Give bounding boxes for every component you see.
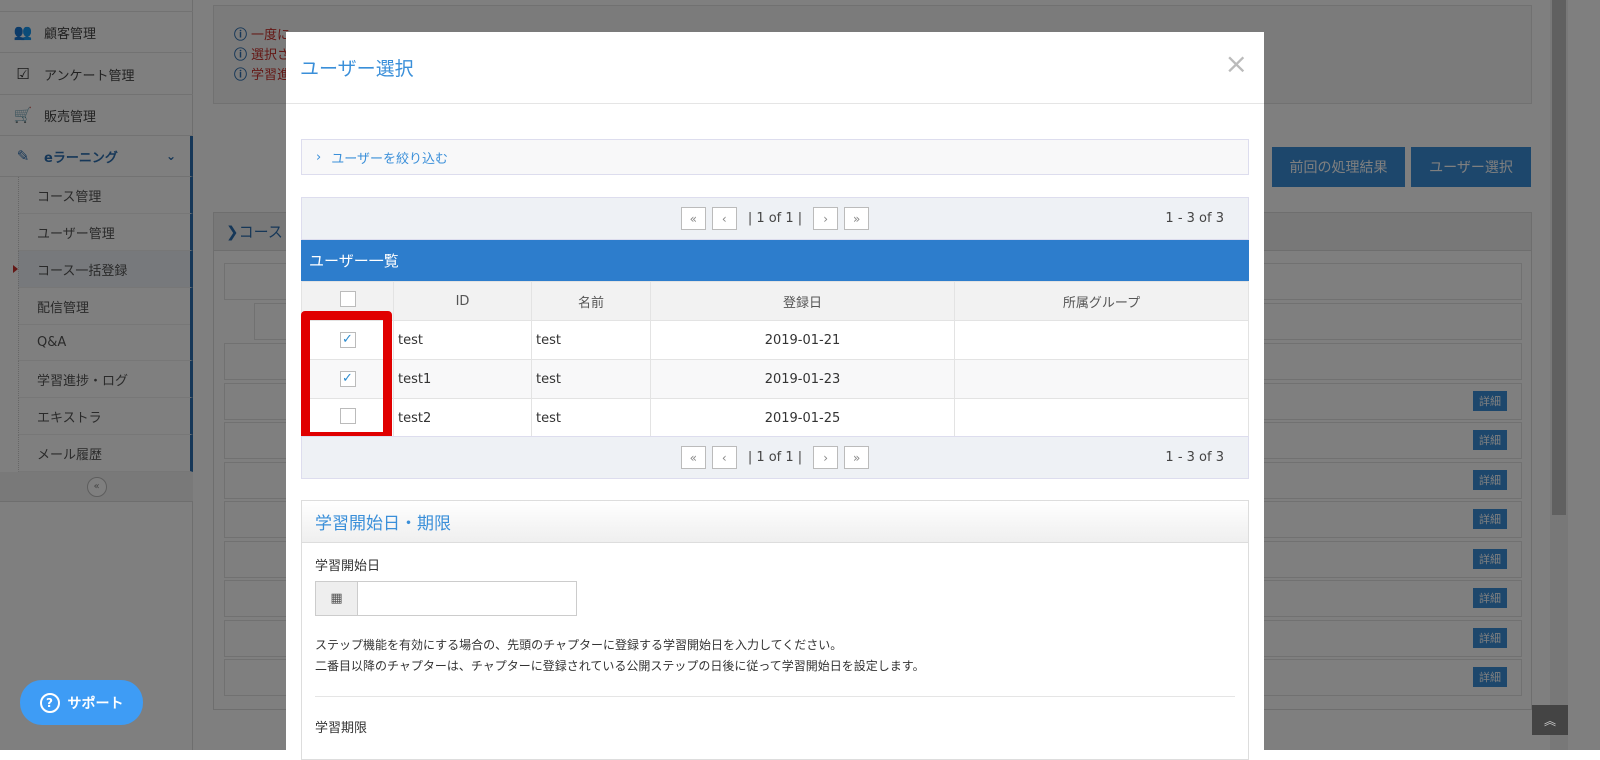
close-icon[interactable]: × (1225, 50, 1248, 78)
pager-top: « ‹ | 1 of 1 | › » 1 - 3 of 3 (301, 197, 1249, 240)
help-line: 二番目以降のチャプターは、チャプターに登録されている公開ステップの日後に従って学… (315, 659, 925, 673)
page-indicator: | 1 of 1 | (747, 450, 803, 465)
record-count: 1 - 3 of 3 (1165, 211, 1224, 226)
filter-label: ユーザーを絞り込む (331, 151, 448, 167)
name-cell: test (531, 398, 651, 438)
group-cell (954, 398, 1249, 438)
record-count: 1 - 3 of 3 (1165, 450, 1224, 465)
user-list-title: ユーザー一覧 (301, 240, 1249, 281)
start-date-input[interactable] (358, 582, 576, 615)
table-row[interactable]: ✓ test test 2019-01-21 (301, 320, 1249, 360)
group-cell (954, 359, 1249, 399)
id-cell: test (393, 320, 532, 360)
support-label: サポート (67, 695, 124, 712)
start-date-label: 学習開始日 (315, 559, 381, 574)
user-select-modal: ユーザー選択 × › ユーザーを絞り込む « ‹ | 1 of 1 | › » 1… (286, 32, 1264, 760)
date-cell: 2019-01-25 (650, 398, 955, 438)
select-all-checkbox[interactable] (339, 291, 356, 307)
deadline-label: 学習期限 (315, 721, 368, 736)
pager-bottom: « ‹ | 1 of 1 | › » 1 - 3 of 3 (301, 436, 1249, 479)
highlight-box (301, 311, 392, 441)
modal-title: ユーザー選択 (286, 32, 1264, 104)
name-cell: test (531, 359, 651, 399)
chevron-right-icon: › (316, 149, 322, 165)
id-cell: test2 (393, 398, 532, 438)
section-title: 学習開始日・期限 (302, 501, 1248, 543)
page-indicator: | 1 of 1 | (747, 211, 803, 226)
first-page-button[interactable]: « (680, 207, 706, 230)
group-cell (954, 320, 1249, 360)
filter-toggle[interactable]: › ユーザーを絞り込む (301, 139, 1249, 175)
prev-page-button[interactable]: ‹ (711, 207, 737, 230)
column-header[interactable]: ID (393, 281, 532, 321)
last-page-button[interactable]: » (844, 446, 870, 469)
calendar-icon[interactable]: ▦ (316, 582, 358, 615)
scroll-top-icon[interactable]: ︽ (1532, 705, 1568, 735)
column-header[interactable]: 登録日 (650, 281, 955, 321)
next-page-button[interactable]: › (813, 446, 839, 469)
name-cell: test (531, 320, 651, 360)
help-icon: ? (39, 692, 60, 713)
last-page-button[interactable]: » (844, 207, 870, 230)
next-page-button[interactable]: › (813, 207, 839, 230)
first-page-button[interactable]: « (680, 446, 706, 469)
help-text: ステップ機能を有効にする場合の、先頭のチャプターに登録する学習開始日を入力してく… (315, 635, 925, 677)
user-table: ID 名前 登録日 所属グループ ✓ test test 2019-01-21 … (301, 281, 1249, 438)
help-line: ステップ機能を有効にする場合の、先頭のチャプターに登録する学習開始日を入力してく… (315, 638, 843, 652)
prev-page-button[interactable]: ‹ (711, 446, 737, 469)
divider (315, 696, 1235, 697)
table-row[interactable]: ✓ test1 test 2019-01-23 (301, 359, 1249, 399)
date-cell: 2019-01-23 (650, 359, 955, 399)
id-cell: test1 (393, 359, 532, 399)
column-header[interactable]: 名前 (531, 281, 651, 321)
study-period-section: 学習開始日・期限 学習開始日 ▦ ステップ機能を有効にする場合の、先頭のチャプタ… (301, 500, 1249, 760)
date-cell: 2019-01-21 (650, 320, 955, 360)
column-header[interactable]: 所属グループ (954, 281, 1249, 321)
support-button[interactable]: ? サポート (20, 680, 143, 725)
table-header: ID 名前 登録日 所属グループ (301, 281, 1249, 321)
start-date-field[interactable]: ▦ (315, 581, 577, 616)
table-row[interactable]: test2 test 2019-01-25 (301, 398, 1249, 438)
